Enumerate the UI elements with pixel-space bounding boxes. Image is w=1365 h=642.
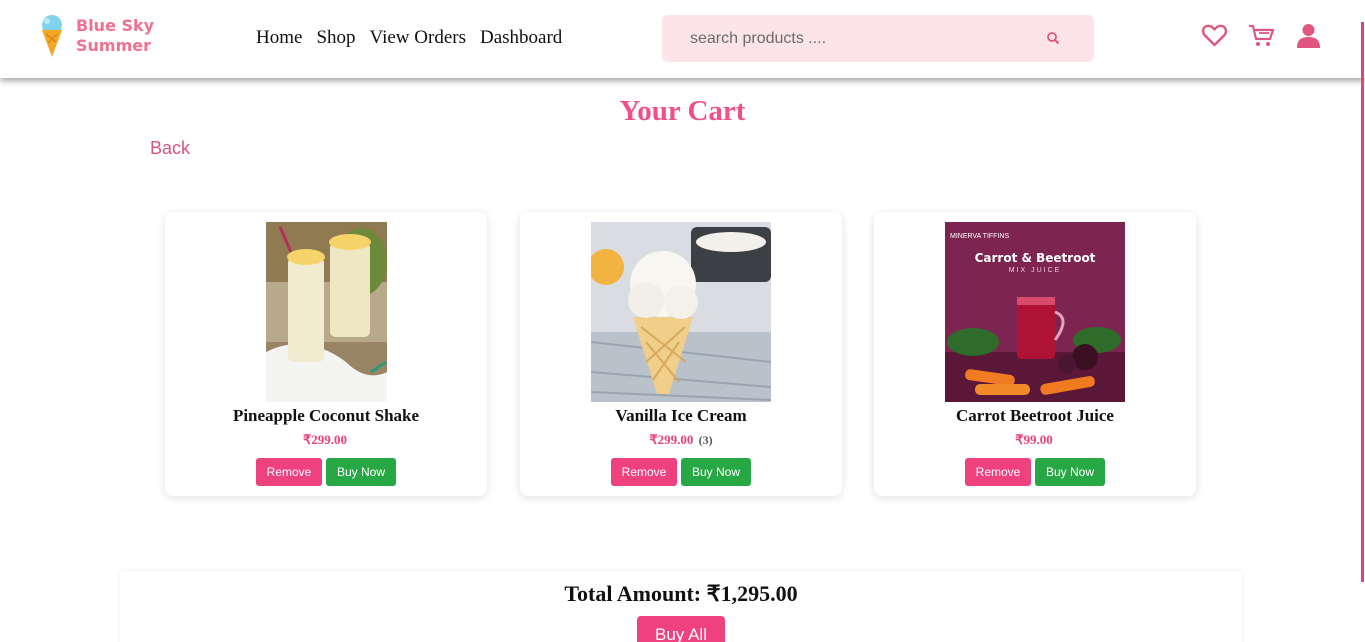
price-value: ₹99.00 xyxy=(1015,432,1053,447)
remove-button[interactable]: Remove xyxy=(256,458,322,486)
product-name: Carrot Beetroot Juice xyxy=(956,406,1114,425)
buy-all-button[interactable]: Buy All xyxy=(637,616,725,642)
cart-item-card: Pineapple Coconut Shake ₹299.00 Remove B… xyxy=(165,212,487,496)
cart-item-card: Vanilla Ice Cream ₹299.00 (3) Remove Buy… xyxy=(520,212,842,496)
product-name: Pineapple Coconut Shake xyxy=(232,406,420,425)
cart-summary: Total Amount: ₹1,295.00 Buy All xyxy=(120,571,1242,642)
quantity-label: (3) xyxy=(698,433,713,447)
product-price: ₹299.00 (3) xyxy=(520,432,842,448)
back-link[interactable]: Back xyxy=(150,138,190,159)
brand-line-2: Summer xyxy=(76,36,151,55)
product-price: ₹99.00 xyxy=(874,432,1196,448)
pineapple-coconut-shake-image xyxy=(266,222,387,402)
total-amount: Total Amount: ₹1,295.00 xyxy=(564,581,798,606)
buy-now-button[interactable]: Buy Now xyxy=(681,458,751,486)
carrot-beetroot-juice-image: MINERVA TIFFINS Carrot & Beetroot MIX JU… xyxy=(945,222,1125,402)
nav-home[interactable]: Home xyxy=(256,27,302,49)
nav-view-orders[interactable]: View Orders xyxy=(370,27,466,49)
cart-icon[interactable] xyxy=(1248,22,1275,49)
page-scrollbar[interactable] xyxy=(1361,22,1364,582)
card-actions: Remove Buy Now xyxy=(165,458,487,486)
product-price: ₹299.00 xyxy=(165,432,487,448)
nav-shop[interactable]: Shop xyxy=(316,27,355,49)
search-bar xyxy=(662,15,1094,62)
image-subtitle-text: MIX JUICE xyxy=(1009,267,1062,274)
image-brand-text: MINERVA TIFFINS xyxy=(950,233,1009,240)
top-navbar: Blue Sky Summer Home Shop View Orders Da… xyxy=(0,0,1365,78)
ice-cream-logo-icon xyxy=(42,15,62,57)
nav-dashboard[interactable]: Dashboard xyxy=(480,27,562,49)
header-actions xyxy=(1201,22,1322,49)
card-actions: Remove Buy Now xyxy=(520,458,842,486)
brand-name: Blue Sky Summer xyxy=(76,16,154,56)
product-name: Vanilla Ice Cream xyxy=(615,406,747,425)
price-value: ₹299.00 xyxy=(302,432,348,447)
cart-item-card: MINERVA TIFFINS Carrot & Beetroot MIX JU… xyxy=(874,212,1196,496)
brand-logo[interactable]: Blue Sky Summer xyxy=(38,14,154,58)
page-title: Your Cart xyxy=(619,95,746,127)
search-icon[interactable] xyxy=(1044,29,1064,49)
main-nav: Home Shop View Orders Dashboard xyxy=(256,27,562,49)
buy-now-button[interactable]: Buy Now xyxy=(326,458,396,486)
buy-now-button[interactable]: Buy Now xyxy=(1035,458,1105,486)
price-value: ₹299.00 xyxy=(649,432,694,447)
brand-line-1: Blue Sky xyxy=(76,16,155,35)
card-actions: Remove Buy Now xyxy=(874,458,1196,486)
remove-button[interactable]: Remove xyxy=(611,458,677,486)
user-icon[interactable] xyxy=(1295,22,1322,49)
search-input[interactable] xyxy=(662,15,1042,62)
image-title-text: Carrot & Beetroot xyxy=(975,251,1096,265)
heart-icon[interactable] xyxy=(1201,22,1228,49)
remove-button[interactable]: Remove xyxy=(965,458,1031,486)
vanilla-ice-cream-image xyxy=(591,222,771,402)
